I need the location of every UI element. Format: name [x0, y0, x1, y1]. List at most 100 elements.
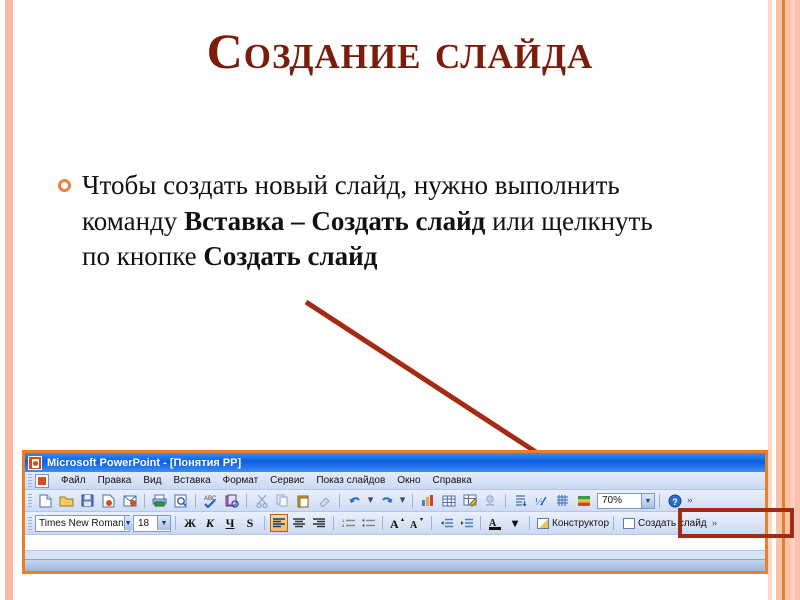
document-icon [35, 473, 49, 488]
zoom-combo[interactable]: 70% ▼ [597, 492, 655, 509]
font-color-icon[interactable]: A [486, 514, 504, 532]
toolbar-separator [144, 493, 145, 508]
grow-font-icon[interactable]: A [388, 514, 406, 532]
menu-item-insert[interactable]: Вставка [167, 474, 216, 487]
svg-text:A: A [390, 517, 399, 529]
spelling-icon[interactable]: ABC [201, 492, 220, 510]
left-edge-stripe [5, 0, 13, 600]
slide-body: Чтобы создать новый слайд, нужно выполни… [58, 168, 658, 275]
svg-text:A: A [410, 520, 418, 529]
redo-icon[interactable] [377, 492, 396, 510]
research-icon[interactable] [222, 492, 241, 510]
right-edge-stripe-1 [768, 0, 772, 600]
fmtbar-overflow-icon[interactable]: » [711, 514, 719, 532]
underline-button[interactable]: Ч [221, 514, 239, 532]
formatting-toolbar: Times New Roman ▼ 18 ▼ Ж К Ч S 12 A A A … [25, 508, 794, 538]
menu-item-format[interactable]: Формат [217, 474, 265, 487]
italic-button[interactable]: К [201, 514, 219, 532]
menubar-grip[interactable] [28, 474, 32, 487]
menu-item-window[interactable]: Окно [391, 474, 426, 487]
toolbar-separator [659, 493, 660, 508]
grid-icon[interactable] [553, 492, 572, 510]
window-titlebar: Microsoft PowerPoint - [Понятия PP] [25, 453, 765, 472]
menu-item-edit[interactable]: Правка [92, 474, 138, 487]
toolbar-separator [412, 493, 413, 508]
decrease-indent-icon[interactable] [437, 514, 455, 532]
toolbar-separator [246, 493, 247, 508]
format-painter-icon[interactable] [315, 492, 334, 510]
toolbar-grip[interactable] [28, 494, 32, 507]
fmt-separator [529, 516, 530, 530]
menu-item-help[interactable]: Справка [427, 474, 478, 487]
increase-indent-icon[interactable] [457, 514, 475, 532]
font-name-combo[interactable]: Times New Roman ▼ [35, 514, 132, 532]
cut-icon[interactable] [252, 492, 271, 510]
print-preview-icon[interactable] [171, 492, 190, 510]
new-slide-icon [623, 517, 636, 529]
slide-canvas-area [25, 535, 765, 551]
menu-item-view[interactable]: Вид [137, 474, 167, 487]
color-scheme-icon[interactable] [574, 492, 593, 510]
fmt-separator [431, 516, 432, 530]
new-document-icon[interactable] [36, 492, 55, 510]
zoom-dropdown-icon[interactable]: ▼ [641, 493, 654, 508]
design-label: Конструктор [552, 517, 610, 529]
new-slide-button[interactable]: Создать слайд [623, 517, 707, 529]
insert-table-icon[interactable] [439, 492, 458, 510]
insert-table2-icon[interactable] [460, 492, 479, 510]
show-grid-icon[interactable]: ½ [532, 492, 551, 510]
ring-bullet-icon [58, 179, 71, 192]
font-size-dropdown-icon[interactable]: ▼ [157, 516, 170, 530]
list-item: Чтобы создать новый слайд, нужно выполни… [58, 168, 658, 275]
print-icon[interactable] [150, 492, 169, 510]
font-color-dropdown-icon[interactable]: ▾ [506, 514, 524, 532]
right-edge-stripe-6 [795, 0, 800, 600]
svg-text:?: ? [672, 497, 678, 507]
fmt-separator [333, 516, 334, 530]
numbered-list-icon[interactable]: 12 [339, 514, 357, 532]
font-size-value: 18 [138, 517, 150, 529]
align-center-icon[interactable] [290, 514, 308, 532]
permission-icon[interactable] [99, 492, 118, 510]
new-slide-label: Создать слайд [638, 517, 707, 529]
fmt-separator [264, 516, 265, 530]
copy-icon[interactable] [273, 492, 292, 510]
svg-text:½: ½ [535, 496, 543, 507]
paste-icon[interactable] [294, 492, 313, 510]
bullet-text: Чтобы создать новый слайд, нужно выполни… [82, 168, 658, 275]
save-icon[interactable] [78, 492, 97, 510]
menu-item-file[interactable]: Файл [55, 474, 92, 487]
menu-item-tools[interactable]: Сервис [264, 474, 310, 487]
shadow-button[interactable]: S [241, 514, 259, 532]
font-name-value: Times New Roman [39, 517, 124, 529]
show-formatting-icon[interactable] [511, 492, 530, 510]
design-button[interactable]: Конструктор [537, 517, 610, 529]
fmt-separator [175, 516, 176, 530]
page-title: Создание слайда [206, 23, 594, 79]
window-title: Microsoft PowerPoint - [Понятия PP] [47, 456, 242, 469]
expand-all-icon[interactable] [481, 492, 500, 510]
fmt-separator [480, 516, 481, 530]
bulleted-list-icon[interactable] [359, 514, 377, 532]
open-folder-icon[interactable] [57, 492, 76, 510]
fmt-separator [382, 516, 383, 530]
fmtbar-grip[interactable] [28, 516, 32, 530]
standard-toolbar: ABC ▾ ▾ ½ 70% ▼ ? » [25, 490, 765, 512]
toolbar-overflow-icon[interactable]: » [686, 492, 694, 510]
undo-dropdown-icon[interactable]: ▾ [366, 492, 375, 510]
svg-text:2: 2 [342, 523, 345, 528]
fmt-separator [613, 516, 615, 530]
font-name-dropdown-icon[interactable]: ▼ [123, 516, 132, 530]
email-icon[interactable] [120, 492, 139, 510]
insert-chart-icon[interactable] [418, 492, 437, 510]
help-icon[interactable]: ? [665, 492, 684, 510]
align-right-icon[interactable] [310, 514, 328, 532]
undo-icon[interactable] [345, 492, 364, 510]
align-left-icon[interactable] [270, 514, 288, 532]
design-icon [537, 517, 549, 529]
bold-button[interactable]: Ж [181, 514, 199, 532]
menu-item-slideshow[interactable]: Показ слайдов [310, 474, 391, 487]
redo-dropdown-icon[interactable]: ▾ [398, 492, 407, 510]
font-size-combo[interactable]: 18 ▼ [133, 514, 171, 532]
shrink-font-icon[interactable]: A [408, 514, 426, 532]
